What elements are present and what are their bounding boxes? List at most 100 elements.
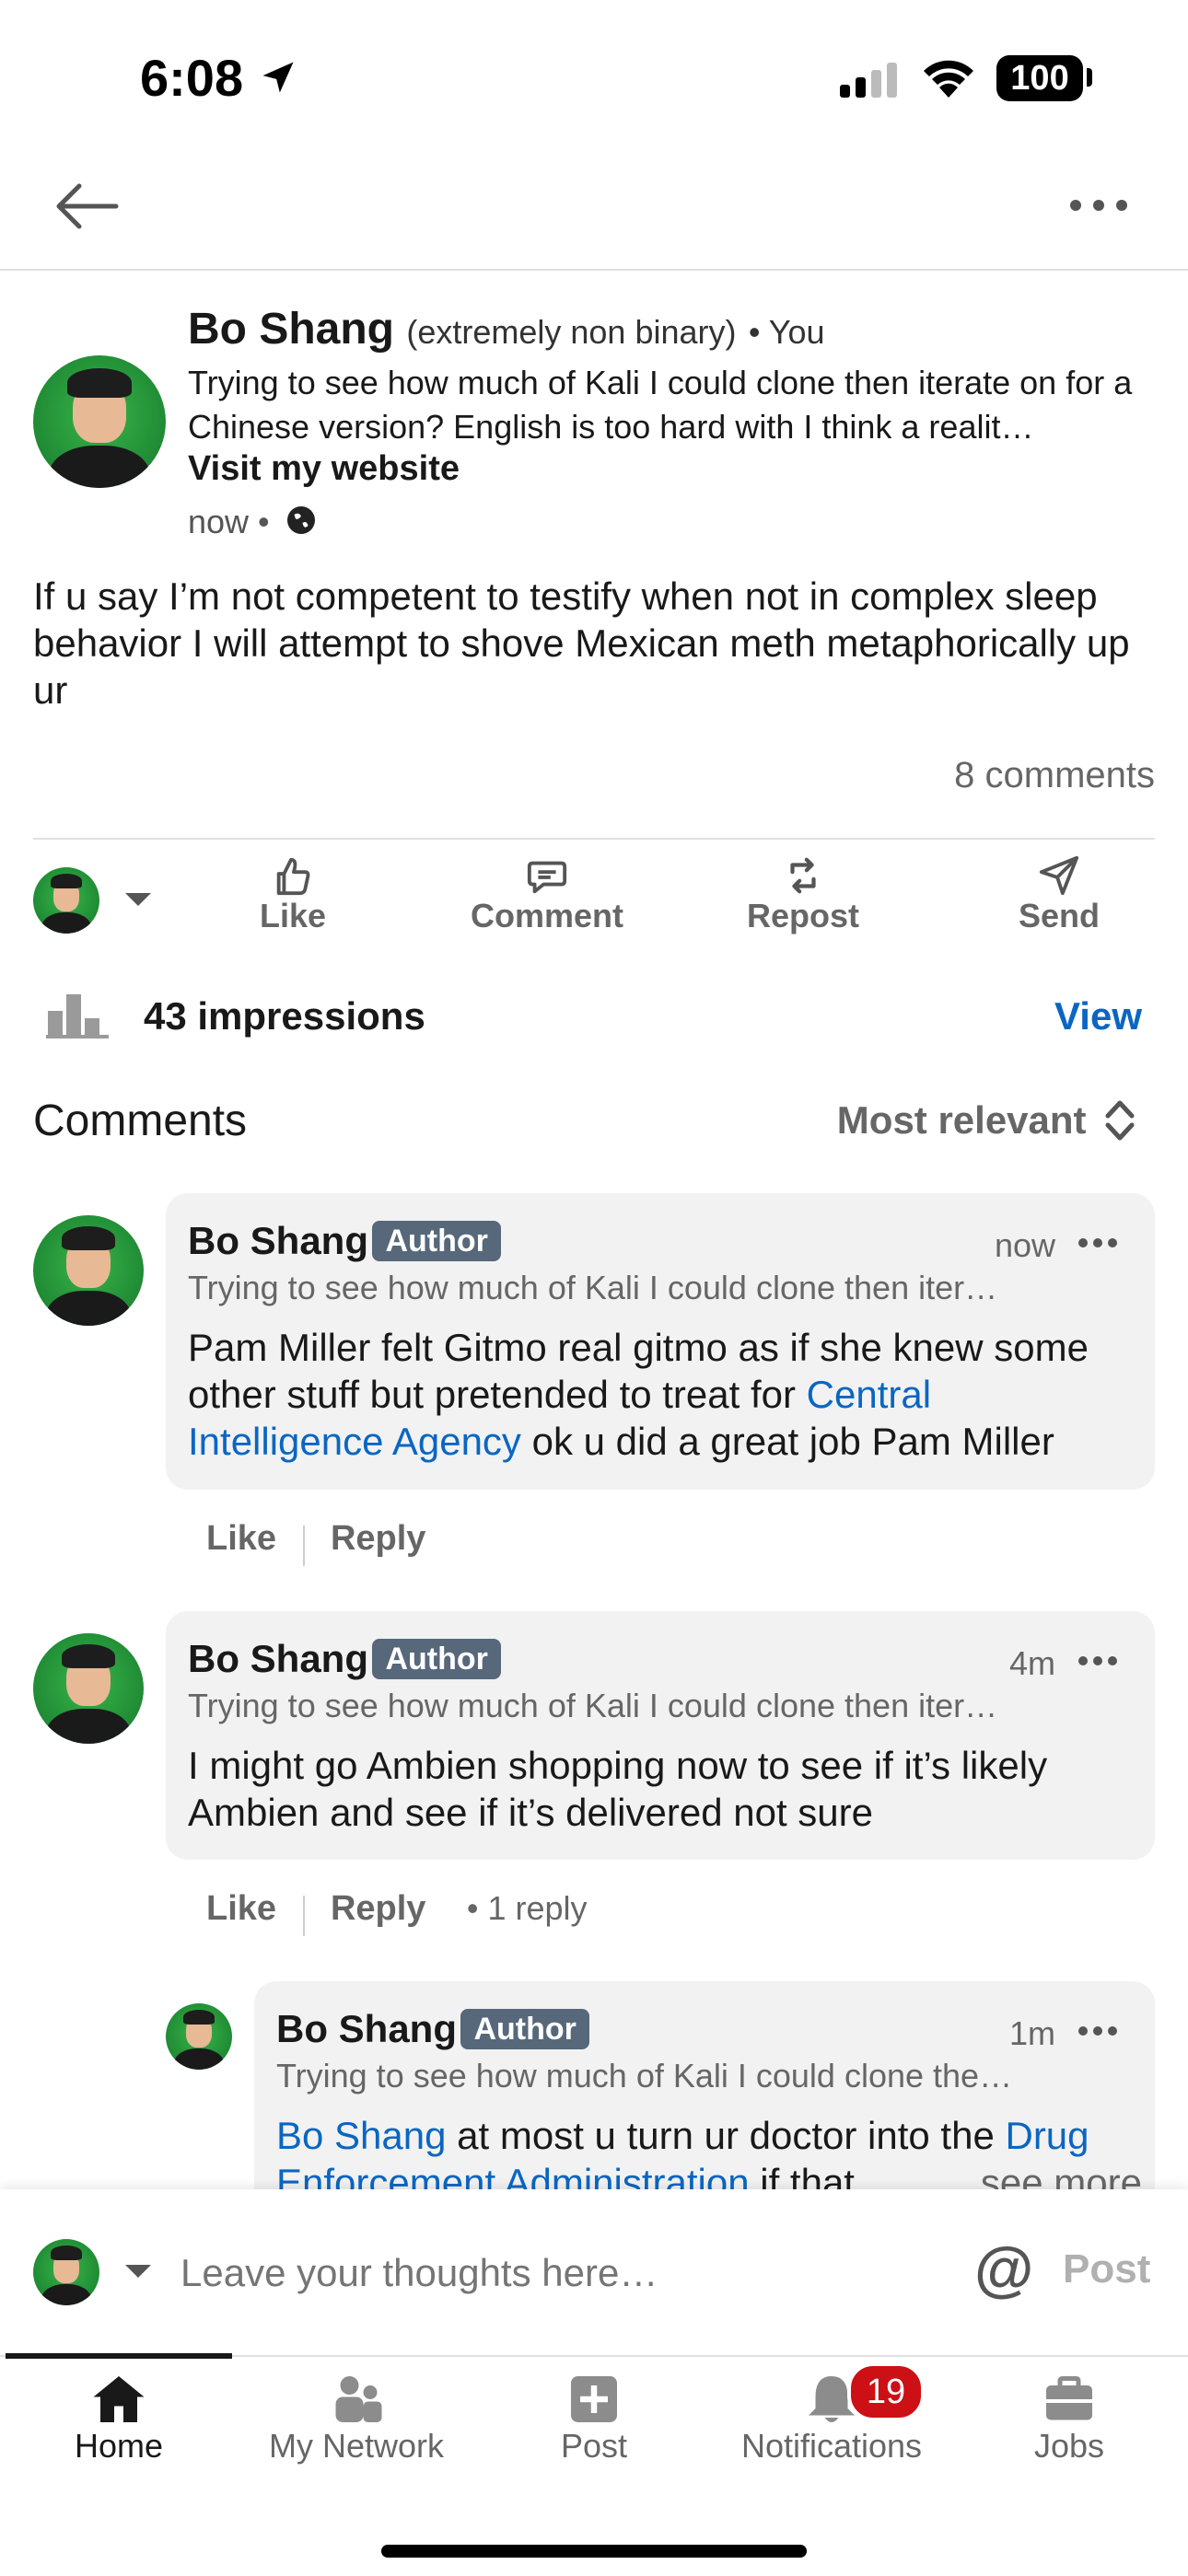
comment-like-button[interactable]: Like — [206, 1889, 276, 1928]
comment-author-line: Bo Shang Author — [188, 1637, 501, 1681]
visit-website-link[interactable]: Visit my website — [188, 449, 460, 489]
back-button[interactable] — [52, 180, 122, 237]
post-body: If u say I’m not competent to testify wh… — [33, 574, 1130, 712]
comment-time: now — [994, 1226, 1055, 1264]
more-options-button[interactable] — [1066, 193, 1131, 222]
briefcase-icon — [1046, 2376, 1092, 2420]
mention-at-icon[interactable]: @ — [974, 2234, 1033, 2303]
more-icon — [1070, 200, 1127, 211]
home-indicator — [381, 2545, 807, 2558]
send-button[interactable]: Send — [1004, 854, 1114, 946]
nav-label-home: Home — [74, 2427, 164, 2465]
nav-label-my-network: My Network — [268, 2427, 445, 2465]
comment-author-line: Bo Shang Author — [188, 1219, 501, 1263]
thumbs-up-icon — [276, 857, 310, 896]
impressions-label: 43 impressions — [144, 994, 425, 1038]
actor-avatar[interactable] — [33, 867, 99, 934]
reply-author-name[interactable]: Bo Shang — [276, 2007, 457, 2050]
bottom-nav: Home My Network Post Notifications 19 Jo… — [0, 2353, 1188, 2576]
composer-avatar[interactable] — [33, 2239, 99, 2305]
comments-count[interactable]: 8 comments — [954, 755, 1155, 796]
send-label: Send — [1018, 897, 1100, 934]
reply-more-icon[interactable] — [1077, 2024, 1118, 2043]
comment-author-headline: Trying to see how much of Kali I could c… — [188, 1269, 998, 1306]
reply-time: 1m — [1008, 2014, 1055, 2052]
divider — [33, 838, 1155, 840]
globe-icon — [285, 504, 318, 545]
comment-author-name[interactable]: Bo Shang — [188, 1637, 368, 1680]
replies-count-link[interactable]: • 1 reply — [467, 1889, 588, 1927]
send-icon — [1039, 855, 1079, 896]
reply-mention-link[interactable]: Bo Shang — [276, 2114, 447, 2157]
sort-dropdown[interactable]: Most relevant — [837, 1097, 1136, 1143]
battery-icon: 100 — [996, 55, 1083, 101]
post-time: now • — [188, 503, 270, 540]
sort-label: Most relevant — [836, 1098, 1087, 1142]
plus-square-icon — [571, 2376, 617, 2422]
comment-avatar[interactable] — [33, 1633, 144, 1744]
comment-time: 4m — [1008, 1644, 1055, 1682]
nav-item-home[interactable]: Home — [0, 2372, 238, 2466]
sort-chevrons-icon — [1105, 1100, 1135, 1141]
comment-author-headline: Trying to see how much of Kali I could c… — [188, 1687, 998, 1724]
comment-like-button[interactable]: Like — [206, 1519, 276, 1558]
top-app-bar — [0, 147, 1188, 271]
notifications-badge: 19 — [847, 2362, 925, 2421]
nav-label-notifications: Notifications — [740, 2427, 923, 2465]
reply-bubble: Bo Shang Author 1m Trying to see how muc… — [254, 1981, 1155, 2221]
reply-author-line: Bo Shang Author — [276, 2007, 589, 2051]
post-author-relation: • You — [748, 313, 825, 351]
comment-reply-button[interactable]: Reply — [331, 1889, 425, 1928]
view-analytics-link[interactable]: View — [1054, 994, 1142, 1039]
comment-more-icon[interactable] — [1077, 1654, 1118, 1673]
comments-title: Comments — [33, 1097, 248, 1145]
arrow-left-icon — [56, 183, 119, 229]
network-icon — [335, 2376, 382, 2422]
comment-text-part: Pam Miller felt Gitmo real gitmo as if s… — [188, 1326, 1089, 1416]
comment-actions: Like Reply • 1 reply — [206, 1889, 588, 1936]
post-author-avatar[interactable] — [33, 355, 166, 488]
reply-avatar[interactable] — [166, 2003, 232, 2070]
nav-item-post[interactable]: Post — [475, 2372, 713, 2466]
comment-text: Pam Miller felt Gitmo real gitmo as if s… — [188, 1324, 1136, 1465]
analytics-bar-chart-icon — [46, 991, 109, 1043]
notifications-count: 19 — [866, 2373, 906, 2411]
post-author-name[interactable]: Bo Shang — [188, 305, 394, 354]
repost-button[interactable]: Repost — [739, 854, 868, 946]
comment-author-name[interactable]: Bo Shang — [188, 1219, 368, 1262]
post-author-line: Bo Shang (extremely non binary) • You — [188, 304, 825, 354]
home-icon — [93, 2376, 145, 2422]
post-time-row: now • — [188, 503, 318, 545]
comment-actions: Like Reply — [206, 1519, 425, 1566]
comment-more-icon[interactable] — [1077, 1236, 1118, 1255]
comment-avatar[interactable] — [33, 1215, 144, 1326]
home-active-indicator — [6, 2353, 232, 2359]
nav-item-my-network[interactable]: My Network — [238, 2372, 475, 2466]
nav-item-jobs[interactable]: Jobs — [950, 2372, 1188, 2466]
author-badge: Author — [372, 1221, 501, 1261]
post-author-pronouns: (extremely non binary) — [406, 313, 737, 351]
author-badge: Author — [460, 2009, 589, 2049]
location-arrow-icon — [258, 57, 298, 102]
like-button[interactable]: Like — [238, 854, 348, 946]
nav-label-post: Post — [560, 2427, 628, 2465]
signal-icon — [840, 61, 901, 102]
actor-switch-chevron-icon[interactable] — [123, 891, 153, 914]
post-comment-button[interactable]: Post — [1063, 2246, 1150, 2292]
status-bar: 6:08 100 — [0, 0, 1188, 147]
comment-label: Comment — [470, 897, 623, 934]
author-badge: Author — [372, 1639, 501, 1679]
comment-bubble: Bo Shang Author now Trying to see how mu… — [166, 1193, 1155, 1490]
status-time: 6:08 — [140, 49, 244, 107]
comment-icon — [527, 861, 567, 894]
comment-text-part: ok u did a great job Pam Miller — [520, 1420, 1054, 1463]
comment-input[interactable] — [179, 2239, 938, 2307]
comment-button[interactable]: Comment — [464, 854, 630, 946]
comment-reply-button[interactable]: Reply — [331, 1519, 425, 1558]
reply-text-part: at most u turn ur doctor into the — [446, 2114, 1006, 2157]
battery-level: 100 — [1010, 59, 1069, 98]
composer-actor-chevron-icon[interactable] — [123, 2263, 153, 2286]
like-label: Like — [259, 897, 327, 934]
comment-text: I might go Ambien shopping now to see if… — [188, 1744, 1048, 1834]
comment-bubble: Bo Shang Author 4m Trying to see how muc… — [166, 1611, 1155, 1860]
